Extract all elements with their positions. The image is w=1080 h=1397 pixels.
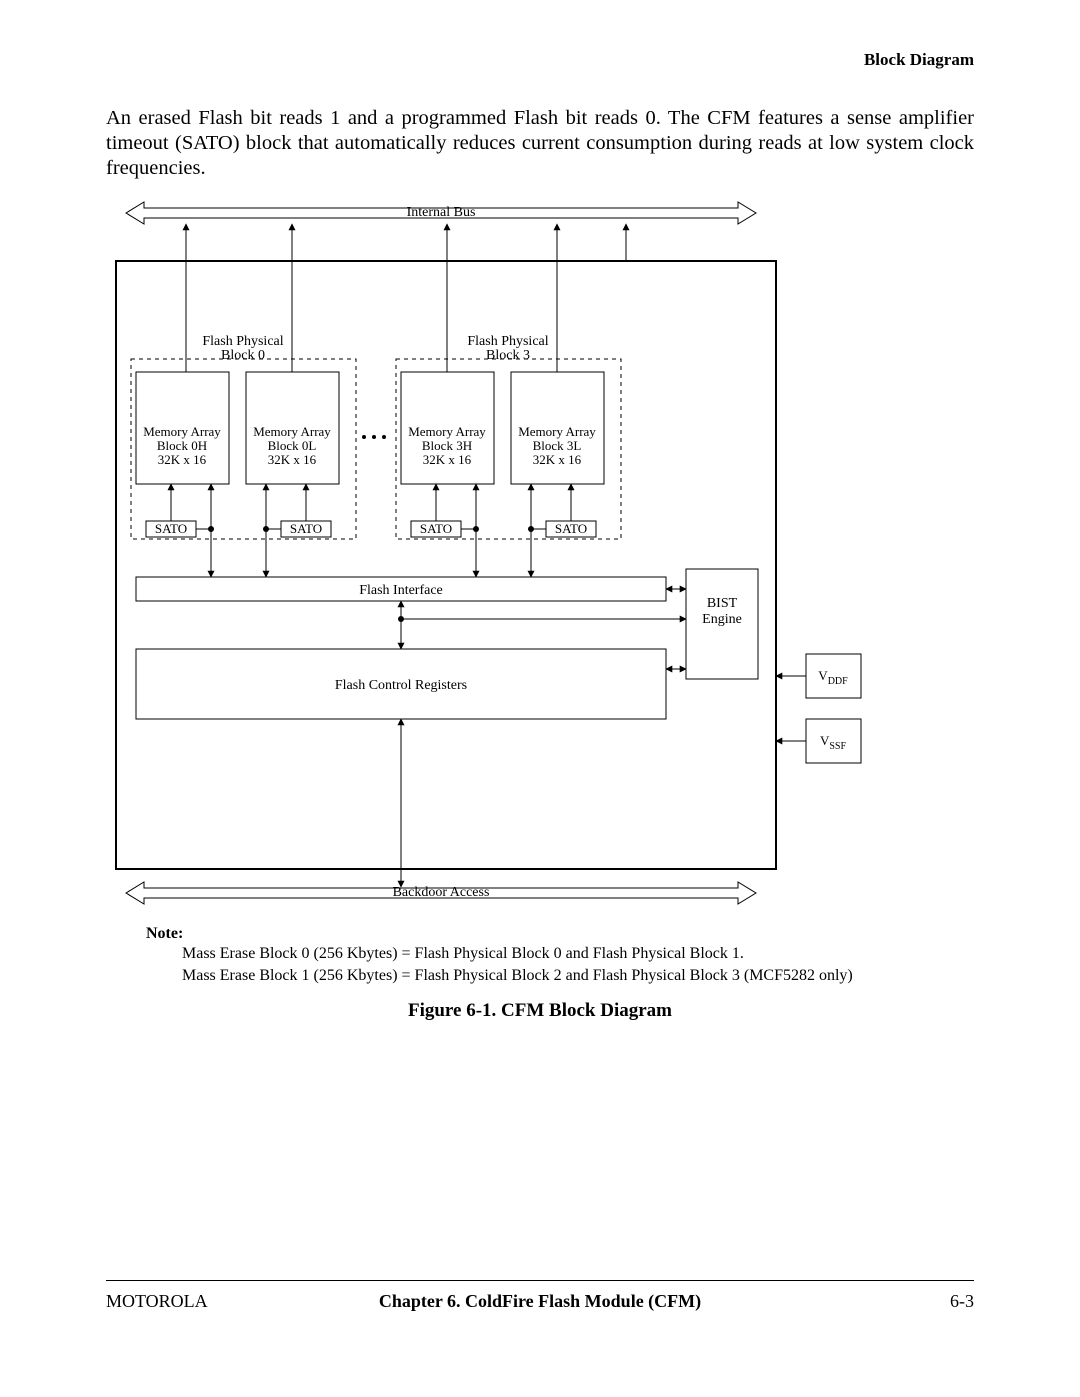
footer-right: 6-3 [950, 1291, 974, 1312]
flash-interface-label: Flash Interface [359, 583, 443, 598]
flash-control-registers-label: Flash Control Registers [335, 678, 467, 693]
svg-text:Memory Array: Memory Array [408, 424, 486, 439]
svg-text:Flash Physical: Flash Physical [467, 334, 548, 349]
svg-text:BIST: BIST [707, 596, 738, 611]
backdoor-access-label: Backdoor Access [393, 885, 490, 900]
svg-text:Memory Array: Memory Array [143, 424, 221, 439]
svg-text:SATO: SATO [420, 521, 452, 536]
svg-text:SATO: SATO [155, 521, 187, 536]
backdoor-access-shape: Backdoor Access [126, 882, 756, 904]
svg-text:Block 0L: Block 0L [268, 438, 317, 453]
svg-text:Block 3: Block 3 [486, 348, 530, 363]
vddf-box: VDDF [776, 654, 861, 698]
svg-text:32K x 16: 32K x 16 [268, 452, 317, 467]
note-line-1: Mass Erase Block 0 (256 Kbytes) = Flash … [182, 943, 974, 965]
svg-text:Block 3L: Block 3L [533, 438, 582, 453]
figure-caption: Figure 6-1. CFM Block Diagram [106, 1000, 974, 1022]
svg-text:Memory Array: Memory Array [518, 424, 596, 439]
internal-bus-shape: Internal Bus [126, 202, 756, 224]
svg-text:SATO: SATO [290, 521, 322, 536]
flash-physical-block-3: Flash Physical Block 3 Memory Array Bloc… [396, 334, 621, 577]
module-border [116, 261, 776, 869]
svg-text:32K x 16: 32K x 16 [423, 452, 472, 467]
body-paragraph: An erased Flash bit reads 1 and a progra… [106, 106, 974, 181]
svg-text:Engine: Engine [702, 612, 742, 627]
svg-text:Memory Array: Memory Array [253, 424, 331, 439]
footer-left: MOTOROLA [106, 1291, 208, 1312]
footer-center: Chapter 6. ColdFire Flash Module (CFM) [106, 1291, 974, 1312]
page-footer: MOTOROLA Chapter 6. ColdFire Flash Modul… [106, 1280, 974, 1312]
svg-text:32K x 16: 32K x 16 [158, 452, 207, 467]
svg-text:Block 0H: Block 0H [157, 438, 207, 453]
ellipsis-icon [362, 435, 386, 439]
block-diagram: Internal Bus Backdoor Access Flash Physi… [106, 199, 956, 919]
svg-text:32K x 16: 32K x 16 [533, 452, 582, 467]
flash-physical-block-0: Flash Physical Block 0 Memory Array Bloc… [131, 334, 356, 577]
note-block: Note: Mass Erase Block 0 (256 Kbytes) = … [146, 925, 974, 986]
internal-bus-label: Internal Bus [407, 205, 476, 220]
note-label: Note: [146, 925, 974, 943]
svg-text:Block 0: Block 0 [221, 348, 265, 363]
vssf-box: VSSF [776, 719, 861, 763]
svg-text:Block 3H: Block 3H [422, 438, 472, 453]
header-title: Block Diagram [106, 50, 974, 70]
svg-text:Flash Physical: Flash Physical [202, 334, 283, 349]
note-line-2: Mass Erase Block 1 (256 Kbytes) = Flash … [182, 965, 974, 987]
svg-text:SATO: SATO [555, 521, 587, 536]
